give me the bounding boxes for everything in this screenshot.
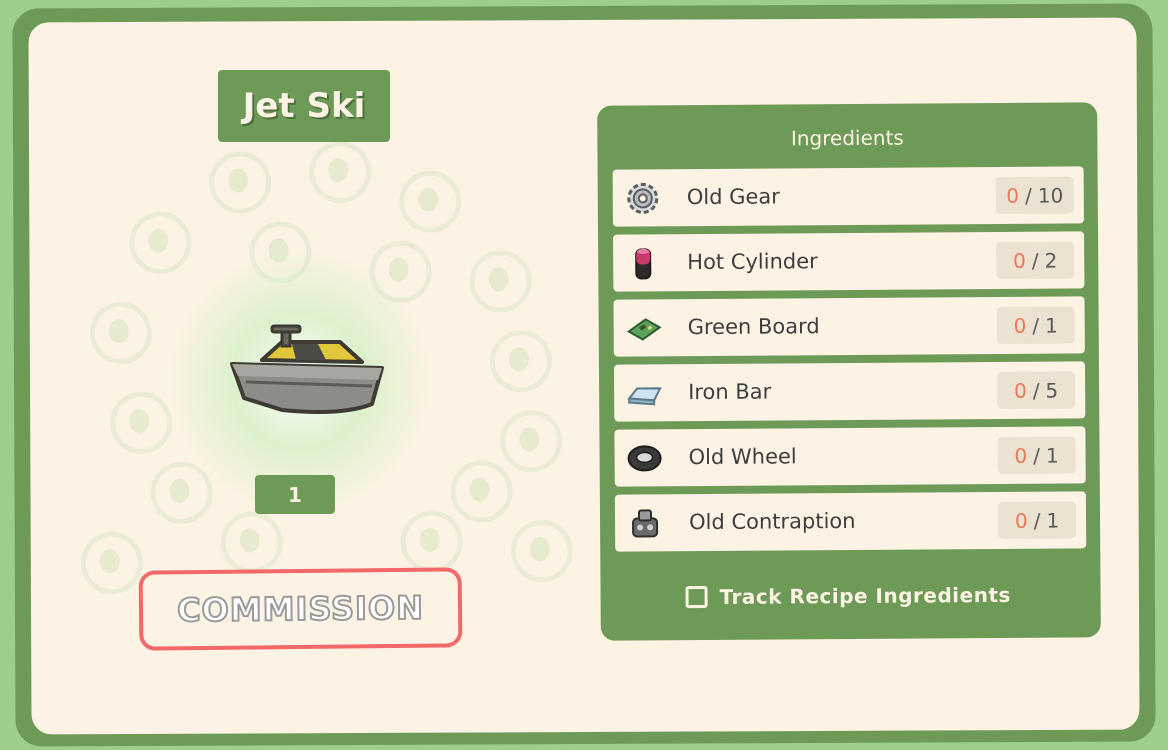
commission-label: COMMISSION bbox=[176, 588, 425, 631]
track-recipe-label: Track Recipe Ingredients bbox=[719, 582, 1011, 609]
track-recipe-toggle[interactable]: Track Recipe Ingredients bbox=[685, 582, 1011, 609]
old-contraption-icon bbox=[632, 509, 659, 538]
track-recipe-checkbox[interactable] bbox=[685, 585, 708, 609]
ingredient-need: 1 bbox=[1045, 443, 1059, 468]
ingredient-name: Iron Bar bbox=[688, 379, 772, 405]
ingredient-have: 0 bbox=[1013, 248, 1026, 273]
ingredient-count: 0/5 bbox=[997, 371, 1076, 409]
ingredient-name: Old Gear bbox=[686, 184, 780, 210]
ingredient-need: 1 bbox=[1044, 313, 1058, 338]
ingredient-count: 0/1 bbox=[997, 501, 1077, 539]
ingredient-row: Old Gear 0/10 bbox=[612, 166, 1084, 227]
quantity-value: 1 bbox=[288, 482, 302, 507]
ingredient-name: Green Board bbox=[687, 314, 820, 340]
ingredient-need: 1 bbox=[1046, 508, 1060, 533]
ingredient-row: Green Board 0/1 bbox=[613, 296, 1085, 357]
quantity-display: 1 bbox=[255, 475, 335, 514]
ingredient-count: 0/10 bbox=[995, 176, 1074, 214]
ingredient-count: 0/1 bbox=[996, 306, 1075, 344]
ingredient-name: Old Wheel bbox=[688, 444, 797, 470]
ingredient-count: 0/2 bbox=[996, 241, 1075, 279]
ingredient-need: 10 bbox=[1037, 183, 1064, 208]
recipe-title-plate: Jet Ski bbox=[218, 70, 390, 142]
ingredients-header: Ingredients bbox=[790, 125, 904, 151]
ingredient-have: 0 bbox=[1013, 313, 1027, 338]
recipe-title: Jet Ski bbox=[242, 86, 366, 126]
ingredient-count: 0/1 bbox=[997, 436, 1076, 474]
ingredient-have: 0 bbox=[1006, 183, 1020, 208]
hot-cylinder-icon bbox=[635, 248, 652, 280]
ingredient-row: Iron Bar 0/5 bbox=[613, 361, 1086, 422]
ingredient-need: 5 bbox=[1045, 378, 1059, 403]
ingredient-row: Old Contraption 0/1 bbox=[614, 491, 1087, 552]
iron-bar-icon bbox=[627, 387, 662, 406]
old-wheel-icon bbox=[627, 445, 662, 472]
ingredient-have: 0 bbox=[1014, 443, 1028, 468]
ingredient-need: 2 bbox=[1044, 248, 1058, 273]
ingredient-have: 0 bbox=[1013, 378, 1027, 403]
ingredients-panel: Ingredients Old Gear 0/10 Hot Cylinder 0… bbox=[597, 102, 1101, 641]
ingredient-name: Hot Cylinder bbox=[687, 249, 818, 275]
ingredient-row: Hot Cylinder 0/2 bbox=[613, 231, 1085, 292]
green-board-icon bbox=[626, 318, 662, 341]
jet-ski-icon bbox=[230, 324, 384, 414]
ingredient-name: Old Contraption bbox=[688, 508, 856, 535]
old-gear-icon bbox=[627, 182, 659, 214]
ingredient-have: 0 bbox=[1014, 508, 1028, 533]
ingredient-row: Old Wheel 0/1 bbox=[614, 426, 1086, 487]
commission-button[interactable]: COMMISSION bbox=[138, 567, 463, 651]
